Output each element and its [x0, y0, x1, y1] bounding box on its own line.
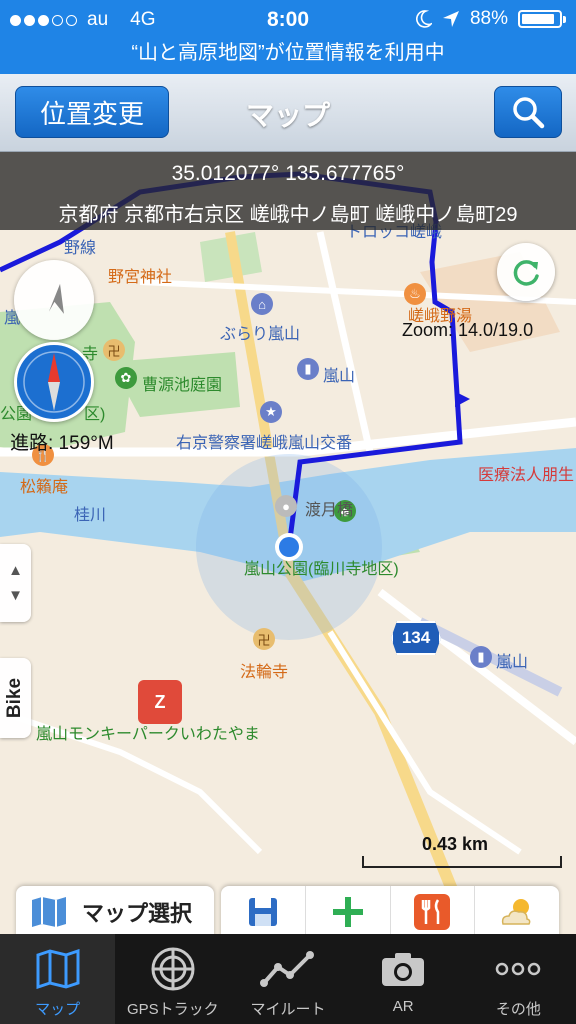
tool-strip: [221, 886, 559, 934]
location-arrow-icon: [48, 283, 64, 314]
map-select-label: マップ選択: [82, 901, 193, 926]
map-label: 法輪寺: [240, 664, 289, 681]
save-icon: [248, 898, 277, 926]
relocate-button[interactable]: 位置変更: [15, 86, 169, 138]
search-button[interactable]: [494, 86, 562, 138]
police-icon[interactable]: ★: [260, 401, 282, 423]
station-icon[interactable]: ▮: [297, 358, 319, 380]
tab-label: マイルート: [250, 1001, 326, 1018]
scale-line: [362, 856, 562, 868]
refresh-button[interactable]: [497, 243, 555, 301]
map-base: [0, 171, 576, 934]
map-label: 曹源池庭園: [142, 377, 223, 394]
heading-readout: 進路: 159°M: [10, 433, 114, 454]
moon-icon: [416, 10, 432, 28]
map-label: 嵐山: [496, 654, 529, 671]
search-icon: [513, 97, 545, 129]
battery-percent: 88%: [469, 8, 508, 29]
zoo-icon[interactable]: Z: [138, 680, 182, 724]
restaurant-button[interactable]: [391, 886, 476, 934]
battery-level-fill: [522, 14, 554, 24]
tab-bar: マップ GPSトラック マイルート AR その他: [0, 934, 576, 1024]
compass-button[interactable]: [14, 342, 94, 422]
scale-bar: 0.43 km: [362, 834, 562, 874]
bike-mode-label: Bike: [4, 677, 26, 719]
restaurant-icon: [414, 894, 451, 930]
tab-gps-track[interactable]: GPSトラック: [115, 934, 230, 1024]
map-view[interactable]: ⌂ ▮ ★ ✿ ♣ ● 卍 卍 🍴 ♨ ▮ Z 134 トロッコ嵯峨 野線 野宮…: [0, 152, 576, 934]
map-label: 野宮神社: [108, 269, 173, 286]
tab-label: GPSトラック: [126, 1001, 219, 1018]
map-label: 嵐山公園(臨川寺地区): [244, 561, 399, 578]
chevron-up-icon: ▲: [8, 562, 23, 579]
map-label: ぶらり嵐山: [220, 326, 301, 343]
add-icon: [332, 897, 363, 927]
bike-mode-button[interactable]: Bike: [0, 658, 31, 738]
map-label: 嵐山モンキーパークいわたやま: [36, 726, 260, 743]
chevron-down-icon: ▼: [8, 587, 23, 604]
tab-label: マップ: [35, 1001, 81, 1018]
map-label: 野線: [64, 240, 97, 257]
station-icon[interactable]: ▮: [470, 646, 492, 668]
location-arrow-icon: [442, 11, 459, 27]
map-icon: [36, 949, 80, 989]
garden-icon[interactable]: ✿: [115, 367, 137, 389]
scroll-updown-button[interactable]: ▲ ▼: [0, 544, 31, 622]
more-icon: [496, 962, 541, 976]
status-bar: au 4G 8:00 88%: [0, 0, 576, 40]
refresh-icon: [513, 260, 539, 286]
relocate-label: 位置変更: [39, 98, 144, 129]
add-button[interactable]: [306, 886, 391, 934]
weather-button[interactable]: [475, 886, 559, 934]
landmark-icon[interactable]: ⌂: [251, 293, 273, 315]
battery-icon: [518, 10, 566, 28]
tab-my-route[interactable]: マイルート: [230, 934, 345, 1024]
map-label: 松籟庵: [20, 479, 69, 496]
tab-map[interactable]: マップ: [0, 934, 116, 1024]
current-location-button[interactable]: [14, 260, 94, 340]
my-route-icon: [259, 951, 314, 987]
map-select-button[interactable]: マップ選択: [16, 886, 214, 934]
route-134-sign: 134: [391, 621, 441, 655]
temple-icon[interactable]: 卍: [253, 628, 275, 650]
coordinate-panel: 35.012077° 135.677765° 京都府 京都市右京区 嵯峨中ノ島町…: [0, 152, 576, 230]
map-label: 医療法人朋生: [478, 467, 575, 484]
map-label: 右京警察署嵯峨嵐山交番: [176, 435, 353, 452]
scale-label: 0.43 km: [422, 834, 489, 854]
temple-icon[interactable]: 卍: [103, 339, 125, 361]
map-label: 渡月橋: [305, 502, 354, 519]
address-readout: 京都府 京都市右京区 嵯峨中ノ島町 嵯峨中ノ島町29: [58, 204, 518, 226]
navigation-bar: 位置変更 マップ: [0, 74, 576, 152]
zoom-readout: Zoom: 14.0/19.0: [402, 320, 534, 340]
tab-more[interactable]: その他: [461, 934, 576, 1024]
map-label: 桂川: [74, 507, 107, 524]
compass-icon: [23, 351, 85, 413]
tab-ar[interactable]: AR: [346, 934, 461, 1024]
bridge-icon[interactable]: ●: [275, 495, 297, 517]
map-label: 嵐山: [323, 368, 356, 385]
map-icon: [32, 897, 66, 927]
save-button[interactable]: [221, 886, 306, 934]
location-usage-banner[interactable]: “山と高原地図”が位置情報を利用中: [0, 40, 576, 74]
gps-track-icon: [151, 947, 195, 991]
tab-label: その他: [495, 1001, 541, 1018]
camera-icon: [382, 953, 425, 986]
coordinates-readout: 35.012077° 135.677765°: [171, 162, 405, 185]
weather-icon: [502, 899, 531, 925]
tab-label: AR: [392, 998, 414, 1015]
